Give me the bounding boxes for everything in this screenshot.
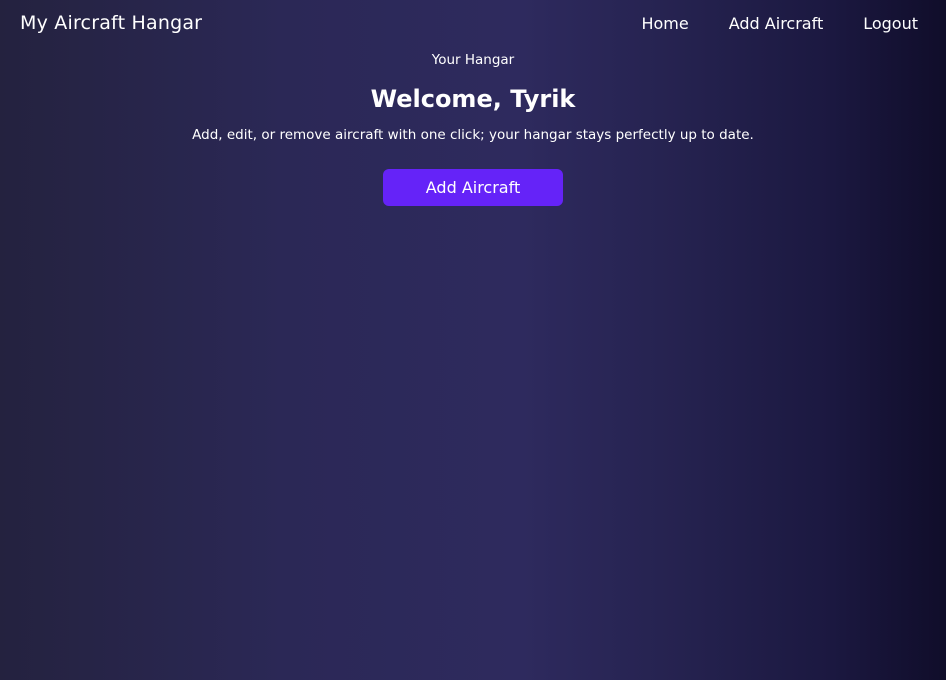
nav-link-logout[interactable]: Logout bbox=[863, 14, 918, 33]
brand-title[interactable]: My Aircraft Hangar bbox=[20, 12, 202, 34]
section-eyebrow: Your Hangar bbox=[431, 52, 515, 68]
nav-link-home[interactable]: Home bbox=[641, 14, 688, 33]
hero-subtitle: Add, edit, or remove aircraft with one c… bbox=[192, 127, 754, 143]
hero-section: Your Hangar Welcome, Tyrik Add, edit, or… bbox=[0, 52, 946, 206]
add-aircraft-button[interactable]: Add Aircraft bbox=[383, 169, 563, 206]
top-navbar: My Aircraft Hangar Home Add Aircraft Log… bbox=[0, 0, 946, 46]
welcome-heading: Welcome, Tyrik bbox=[370, 85, 576, 113]
nav-link-add-aircraft[interactable]: Add Aircraft bbox=[729, 14, 823, 33]
nav-links: Home Add Aircraft Logout bbox=[641, 14, 918, 33]
